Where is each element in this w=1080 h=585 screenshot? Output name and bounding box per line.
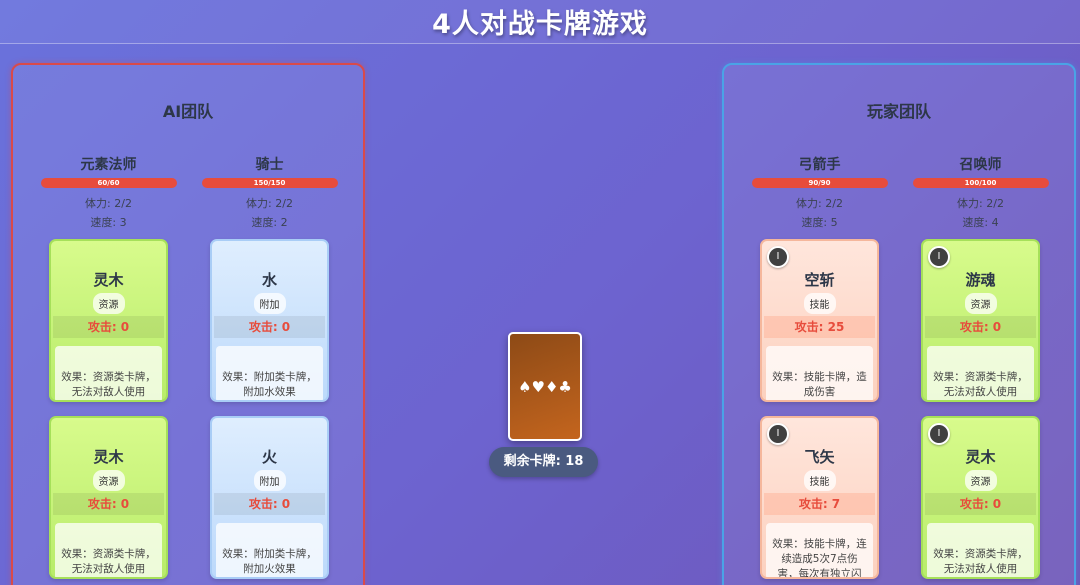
card-attack: 攻击: 0	[53, 316, 164, 338]
card[interactable]: I 游魂 资源 攻击: 0 效果：资源类卡牌，无法对敌人使用	[921, 239, 1040, 402]
card-name: 飞矢	[804, 448, 835, 466]
card-name: 灵木	[93, 448, 124, 466]
character-name: 元素法师	[80, 157, 137, 173]
stamina-text: 体力: 2/2	[796, 197, 843, 210]
card-name: 游魂	[965, 271, 996, 289]
card-effect: 效果：附加类卡牌，附加水效果	[216, 346, 323, 400]
card-name: 空斩	[804, 271, 835, 289]
header: 4人对战卡牌游戏	[0, 0, 1080, 44]
card-attack: 攻击: 0	[925, 316, 1036, 338]
hp-text: 150/150	[253, 179, 286, 187]
card-effect: 效果：技能卡牌，造成伤害	[766, 346, 873, 400]
card-effect: 效果：资源类卡牌，无法对敌人使用	[55, 523, 162, 577]
card-effect: 效果：附加类卡牌，附加火效果	[216, 523, 323, 577]
card-attack: 攻击: 7	[764, 493, 875, 515]
team-title: 玩家团队	[866, 102, 931, 121]
card[interactable]: 灵木 资源 攻击: 0 效果：资源类卡牌，无法对敌人使用	[49, 239, 168, 402]
card[interactable]: 火 附加 攻击: 0 效果：附加类卡牌，附加火效果	[210, 416, 329, 579]
card[interactable]: 水 附加 攻击: 0 效果：附加类卡牌，附加水效果	[210, 239, 329, 402]
card-type-badge: 附加	[253, 470, 286, 491]
hp-bar: 60/60	[40, 178, 177, 188]
level-badge: I	[767, 423, 789, 445]
character-archer: 弓箭手 90/90 体力: 2/2 速度: 5	[751, 154, 888, 229]
page-title: 4人对战卡牌游戏	[432, 9, 648, 40]
hp-bar: 100/100	[912, 178, 1049, 188]
card-type-badge: 资源	[92, 470, 125, 491]
character-name: 召唤师	[959, 157, 1002, 173]
ai-team-panel: AI团队 元素法师 60/60 体力: 2/2 速度: 3 骑士 150/150…	[11, 63, 365, 585]
team-title: AI团队	[162, 102, 214, 121]
card-name: 灵木	[965, 448, 996, 466]
character-name: 弓箭手	[798, 157, 841, 173]
card-effect: 效果：资源类卡牌，无法对敌人使用	[927, 346, 1034, 400]
level-badge: I	[928, 246, 950, 268]
card-effect: 效果：技能卡牌，连续造成5次7点伤害，每次有独立闪	[766, 523, 873, 577]
card[interactable]: 灵木 资源 攻击: 0 效果：资源类卡牌，无法对敌人使用	[49, 416, 168, 579]
card-name: 灵木	[93, 271, 124, 289]
speed-text: 速度: 2	[251, 216, 288, 229]
card-type-badge: 资源	[92, 293, 125, 314]
character-elemental-mage: 元素法师 60/60 体力: 2/2 速度: 3	[40, 154, 177, 229]
hp-bar: 90/90	[751, 178, 888, 188]
hp-text: 60/60	[97, 179, 120, 187]
player-team-panel: 玩家团队 弓箭手 90/90 体力: 2/2 速度: 5 召唤师 100/100…	[722, 63, 1076, 585]
speed-text: 速度: 3	[90, 216, 127, 229]
card-attack: 攻击: 25	[764, 316, 875, 338]
speed-text: 速度: 4	[962, 216, 999, 229]
character-name: 骑士	[255, 157, 284, 173]
hp-text: 100/100	[964, 179, 997, 187]
stamina-text: 体力: 2/2	[85, 197, 132, 210]
card-type-badge: 附加	[253, 293, 286, 314]
card[interactable]: I 空斩 技能 攻击: 25 效果：技能卡牌，造成伤害	[760, 239, 879, 402]
hp-text: 90/90	[808, 179, 831, 187]
card-suits-icon: ♠♥♦♣	[518, 377, 572, 396]
card[interactable]: I 灵木 资源 攻击: 0 效果：资源类卡牌，无法对敌人使用	[921, 416, 1040, 579]
card-type-badge: 技能	[803, 470, 836, 491]
hp-bar: 150/150	[201, 178, 338, 188]
stamina-text: 体力: 2/2	[957, 197, 1004, 210]
card-attack: 攻击: 0	[214, 493, 325, 515]
card-effect: 效果：资源类卡牌，无法对敌人使用	[55, 346, 162, 400]
stamina-text: 体力: 2/2	[246, 197, 293, 210]
card-type-badge: 资源	[964, 470, 997, 491]
speed-text: 速度: 5	[801, 216, 838, 229]
card-type-badge: 资源	[964, 293, 997, 314]
level-badge: I	[767, 246, 789, 268]
card-effect: 效果：资源类卡牌，无法对敌人使用	[927, 523, 1034, 577]
card-name: 火	[261, 448, 277, 466]
draw-deck[interactable]: ♠♥♦♣	[508, 332, 582, 441]
card-attack: 攻击: 0	[925, 493, 1036, 515]
card-type-badge: 技能	[803, 293, 836, 314]
card-attack: 攻击: 0	[214, 316, 325, 338]
level-badge: I	[928, 423, 950, 445]
card[interactable]: I 飞矢 技能 攻击: 7 效果：技能卡牌，连续造成5次7点伤害，每次有独立闪	[760, 416, 879, 579]
card-name: 水	[261, 271, 277, 289]
remaining-cards-badge: 剩余卡牌: 18	[489, 447, 598, 477]
card-attack: 攻击: 0	[53, 493, 164, 515]
character-summoner: 召唤师 100/100 体力: 2/2 速度: 4	[912, 154, 1049, 229]
character-knight: 骑士 150/150 体力: 2/2 速度: 2	[201, 154, 338, 229]
